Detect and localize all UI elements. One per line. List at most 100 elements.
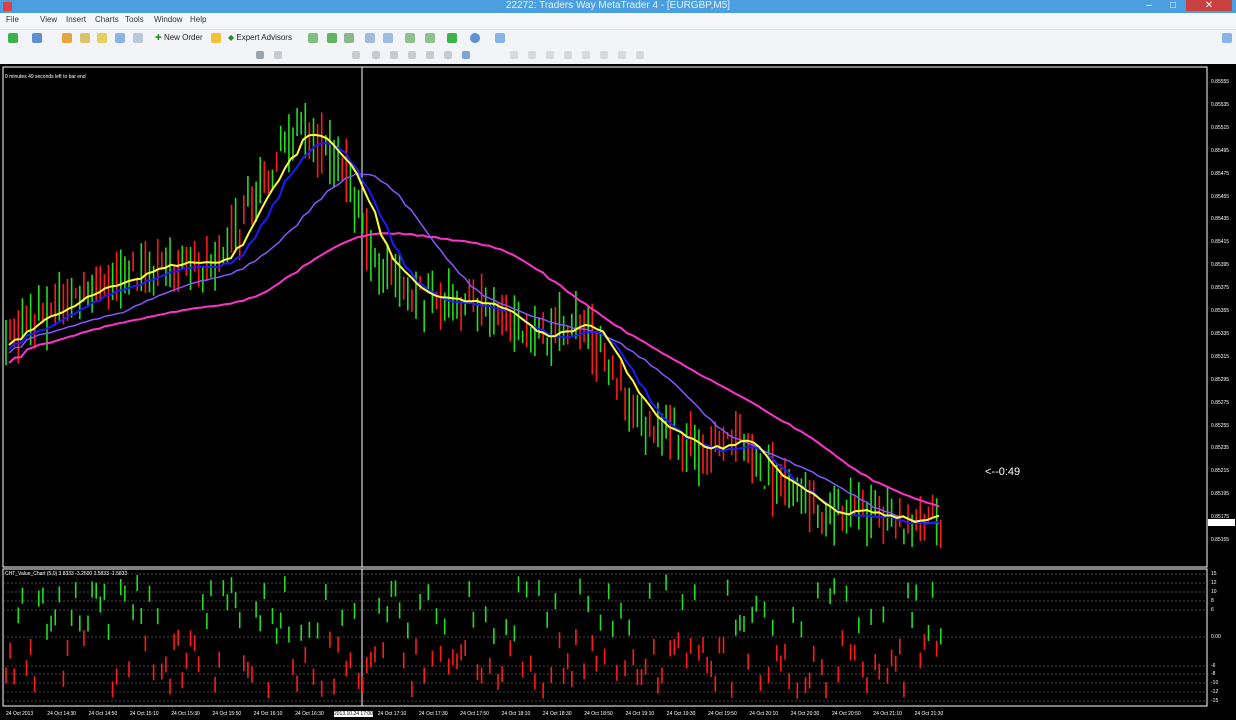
period-h4[interactable] (600, 51, 608, 59)
market-watch-icon[interactable] (62, 33, 72, 43)
time-tick: 24 Oct 14:50 (88, 711, 118, 717)
price-tick: 0.85375 (1211, 285, 1230, 292)
profiles-icon[interactable] (32, 33, 42, 43)
ema-slow-line (8, 172, 940, 525)
price-chart[interactable] (0, 64, 1236, 569)
indicators-icon[interactable] (447, 33, 457, 43)
channel-icon[interactable] (408, 51, 416, 59)
price-tick: 0.85475 (1211, 170, 1230, 177)
strategy-tester-icon[interactable] (133, 33, 143, 43)
minimize-button[interactable]: – (1138, 0, 1160, 11)
price-tick: 0.85355 (1211, 308, 1230, 314)
bar-chart-icon[interactable] (308, 33, 318, 43)
price-tick: 0.85335 (1211, 330, 1230, 337)
time-tick: 24 Oct 19:50 (708, 711, 737, 717)
value-chart-indicator[interactable] (0, 567, 1236, 708)
price-tick: 0.85155 (1211, 537, 1230, 543)
standard-toolbar: ✚ New Order ◆ Expert Advisors (0, 30, 1236, 46)
terminal-icon[interactable] (115, 33, 125, 43)
time-tick: 24 Oct 20:10 (749, 711, 779, 717)
period-m30[interactable] (564, 51, 572, 59)
crosshair-icon[interactable] (274, 51, 282, 59)
horizontal-line-icon[interactable] (372, 51, 380, 59)
zoom-out-icon[interactable] (383, 33, 393, 43)
time-tick: 24 Oct 16:30 (295, 711, 324, 717)
price-tick: 0.85455 (1211, 193, 1230, 200)
price-tick: 0.85515 (1211, 124, 1230, 131)
price-tick: 0.85255 (1211, 422, 1230, 429)
time-tick: 24 Oct 21:30 (914, 711, 944, 717)
bar-timer-text: 0 minutes 49 seconds left to bar end (5, 74, 86, 80)
indicator-bars (5, 574, 942, 699)
price-tick: 0.85415 (1211, 239, 1230, 246)
auto-scroll-icon[interactable] (425, 33, 435, 43)
chart-shift-icon[interactable] (405, 33, 415, 43)
price-tick: 0.85395 (1211, 262, 1230, 269)
new-order-button[interactable]: ✚ New Order (155, 32, 203, 44)
menu-file[interactable]: File (6, 15, 19, 24)
search-icon[interactable] (1222, 33, 1232, 43)
time-tick: 2013.10.24 17:00 (334, 711, 373, 717)
drawing-toolbar (0, 46, 1236, 65)
time-tick: 24 Oct 14:30 (47, 711, 76, 717)
maximize-button[interactable]: □ (1162, 0, 1184, 11)
indicator-level-tick: 12 (1211, 580, 1217, 586)
time-tick: 24 Oct 17:50 (460, 711, 489, 717)
price-tick: 0.85295 (1211, 376, 1230, 383)
navigator-icon[interactable] (97, 33, 107, 43)
autotrading-icon[interactable] (211, 33, 221, 43)
ema-fast-line (8, 133, 940, 523)
indicator-level-tick: -10 (1211, 680, 1219, 686)
time-tick: 24 Oct 18:50 (584, 711, 613, 717)
indicator-level-tick: -6 (1211, 663, 1216, 669)
line-chart-icon[interactable] (344, 33, 354, 43)
price-tick: 0.85175 (1211, 514, 1230, 521)
period-d1[interactable] (618, 51, 626, 59)
price-tick: 0.85215 (1211, 468, 1230, 475)
menu-charts[interactable]: Charts (95, 15, 119, 24)
fibo-icon[interactable] (426, 51, 434, 59)
time-tick: 24 Oct 19:30 (666, 711, 696, 717)
menu-insert[interactable]: Insert (66, 15, 86, 24)
zoom-in-icon[interactable] (365, 33, 375, 43)
time-tick: 24 Oct 15:30 (171, 711, 200, 717)
new-order-label: New Order (163, 33, 203, 42)
close-button[interactable]: ✕ (1186, 0, 1232, 11)
menu-window[interactable]: Window (154, 15, 182, 24)
time-tick: 24 Oct 15:50 (212, 711, 242, 717)
time-tick: 24 Oct 17:30 (419, 711, 448, 717)
arrows-icon[interactable] (462, 51, 470, 59)
expert-advisors-label: Expert Advisors (236, 33, 292, 42)
menu-tools[interactable]: Tools (125, 15, 144, 24)
menu-view[interactable]: View (40, 15, 57, 24)
price-tick: 0.85435 (1211, 216, 1230, 223)
period-h1[interactable] (582, 51, 590, 59)
title-bar: 22272: Traders Way MetaTrader 4 - [EURGB… (0, 0, 1236, 13)
periods-icon[interactable] (470, 33, 480, 43)
time-tick: 24 Oct 20:30 (790, 711, 820, 717)
indicator-level-tick: -12 (1211, 689, 1219, 695)
cursor-icon[interactable] (256, 51, 264, 59)
time-tick: 24 Oct 15:10 (129, 711, 159, 717)
time-tick: 24 Oct 20:50 (832, 711, 861, 717)
period-m15[interactable] (546, 51, 554, 59)
time-tick: 24 Oct 16:10 (253, 711, 283, 717)
candlestick-icon[interactable] (327, 33, 337, 43)
indicator-level-tick: -15 (1211, 698, 1219, 704)
price-tick: 0.85495 (1211, 147, 1230, 154)
period-m5[interactable] (528, 51, 536, 59)
new-order-icon: ✚ (155, 33, 164, 42)
vertical-line-icon[interactable] (352, 51, 360, 59)
period-w1[interactable] (636, 51, 644, 59)
new-chart-icon[interactable] (8, 33, 18, 43)
price-tick: 0.85195 (1211, 491, 1230, 498)
expert-advisors-button[interactable]: ◆ Expert Advisors (228, 32, 292, 44)
templates-icon[interactable] (495, 33, 505, 43)
menu-help[interactable]: Help (190, 15, 206, 24)
data-window-icon[interactable] (80, 33, 90, 43)
period-m1[interactable] (510, 51, 518, 59)
indicator-level-tick: 0.00 (1211, 634, 1221, 640)
indicator-frame (2, 568, 1208, 707)
trendline-icon[interactable] (390, 51, 398, 59)
text-icon[interactable] (444, 51, 452, 59)
